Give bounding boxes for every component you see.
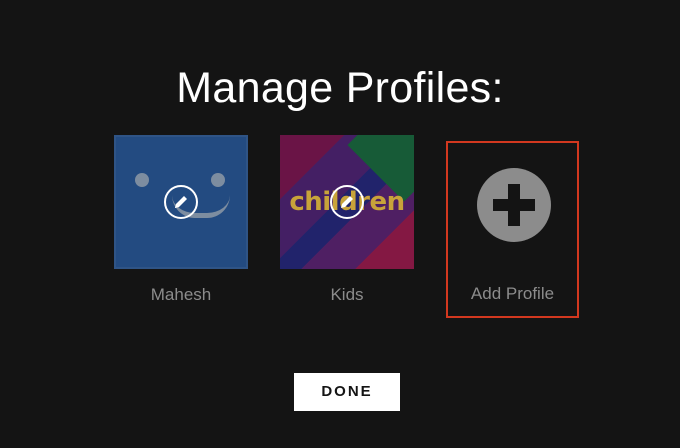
pencil-icon[interactable]	[330, 185, 364, 219]
pencil-icon[interactable]	[164, 185, 198, 219]
profile-card-kids[interactable]: children Kids	[280, 135, 414, 305]
plus-icon[interactable]	[477, 168, 551, 242]
add-profile-button[interactable]: Add Profile	[446, 141, 579, 318]
profile-name: Kids	[330, 285, 364, 304]
profile-name: Mahesh	[150, 285, 212, 304]
avatar-eye-left	[135, 173, 149, 187]
page-title: Manage Profiles:	[176, 64, 504, 112]
add-profile-label: Add Profile	[470, 284, 555, 303]
profile-card-mahesh[interactable]: Mahesh	[114, 135, 248, 305]
done-button[interactable]: DONE	[294, 373, 400, 411]
profile-avatar-kids[interactable]: children	[280, 135, 414, 269]
profile-avatar-mahesh[interactable]	[114, 135, 248, 269]
avatar-eye-right	[211, 173, 225, 187]
manage-profiles-screen: Manage Profiles: Mahesh children	[0, 0, 680, 448]
